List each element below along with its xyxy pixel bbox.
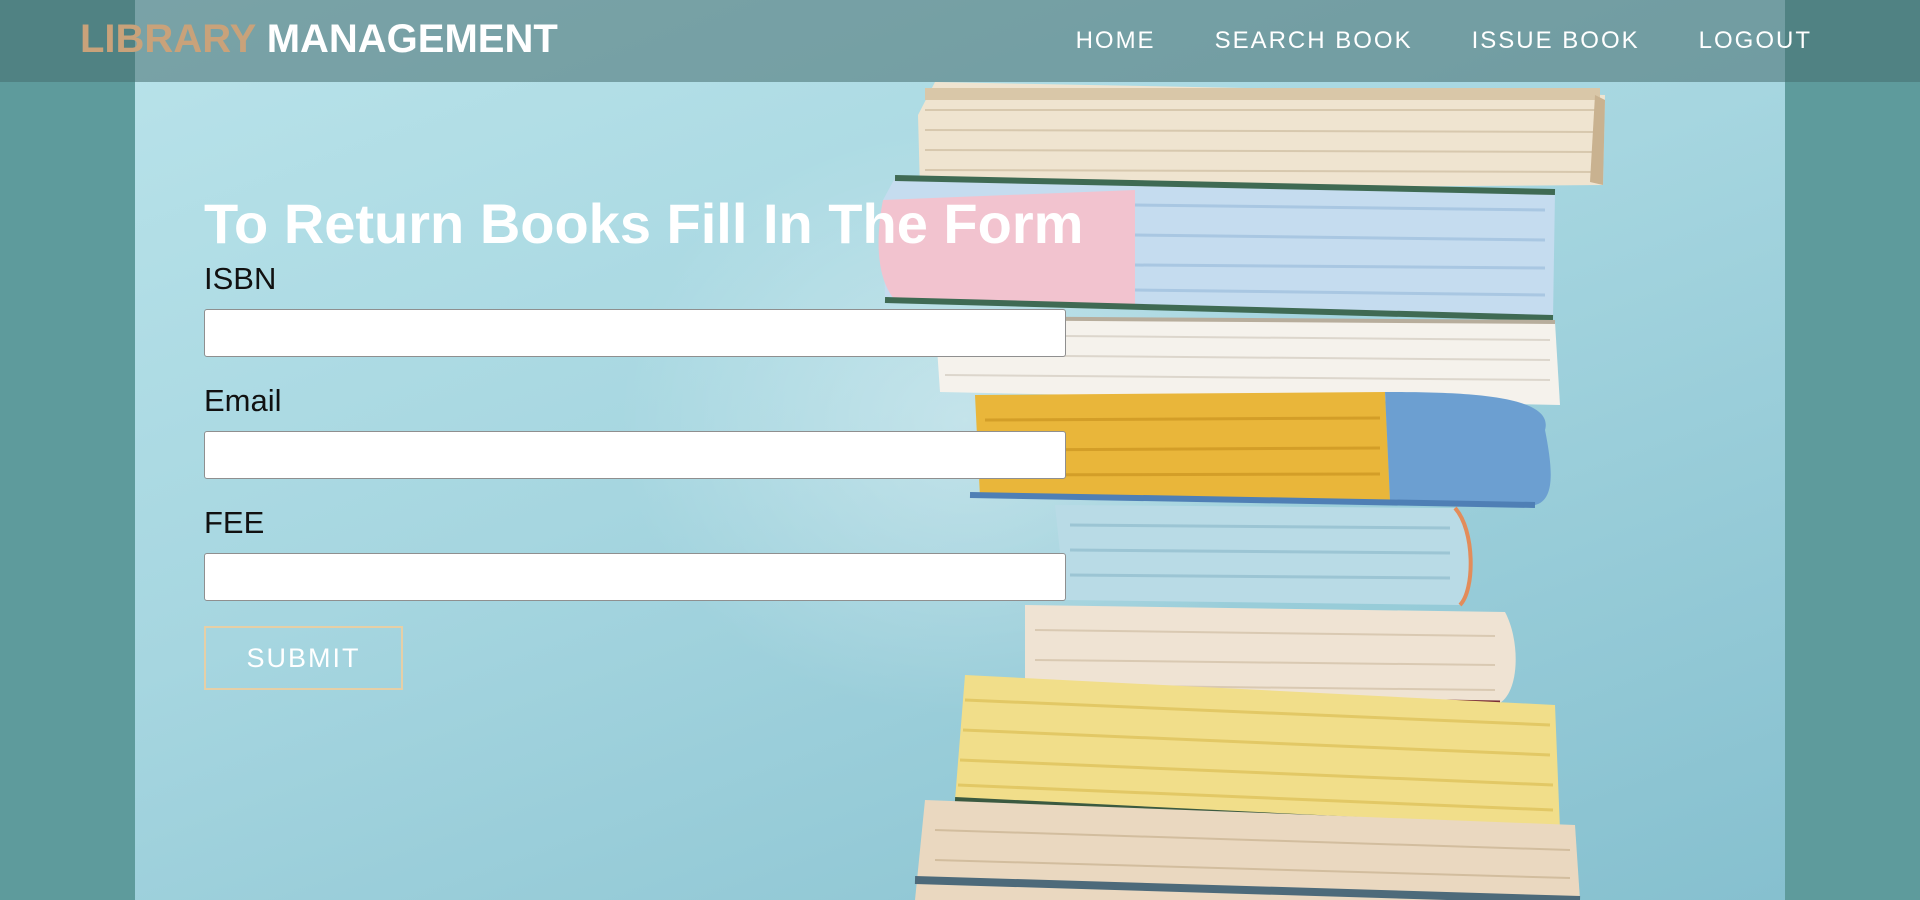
nav-link-logout[interactable]: LOGOUT xyxy=(1699,27,1812,55)
navbar: LIBRARY MANAGEMENT HOME SEARCH BOOK ISSU… xyxy=(0,0,1920,82)
nav-link-search-book[interactable]: SEARCH BOOK xyxy=(1215,27,1413,55)
isbn-input[interactable] xyxy=(204,309,1066,357)
return-book-form: To Return Books Fill In The Form ISBN Em… xyxy=(204,188,1084,690)
book-5 xyxy=(1055,505,1473,607)
nav-links: HOME SEARCH BOOK ISSUE BOOK LOGOUT xyxy=(1076,0,1812,82)
brand-logo[interactable]: LIBRARY MANAGEMENT xyxy=(80,16,558,62)
isbn-label: ISBN xyxy=(204,261,277,296)
submit-button[interactable]: SUBMIT xyxy=(204,626,403,690)
nav-link-issue-book[interactable]: ISSUE BOOK xyxy=(1472,27,1640,55)
form-title: To Return Books Fill In The Form xyxy=(204,192,1084,255)
email-label: Email xyxy=(204,383,282,418)
brand-part-management: MANAGEMENT xyxy=(266,17,558,61)
brand-part-library: LIBRARY xyxy=(80,17,256,61)
email-input[interactable] xyxy=(204,431,1066,479)
fee-label: FEE xyxy=(204,505,265,540)
nav-link-home[interactable]: HOME xyxy=(1076,27,1156,55)
book-1 xyxy=(918,82,1605,190)
fee-input[interactable] xyxy=(204,553,1066,601)
